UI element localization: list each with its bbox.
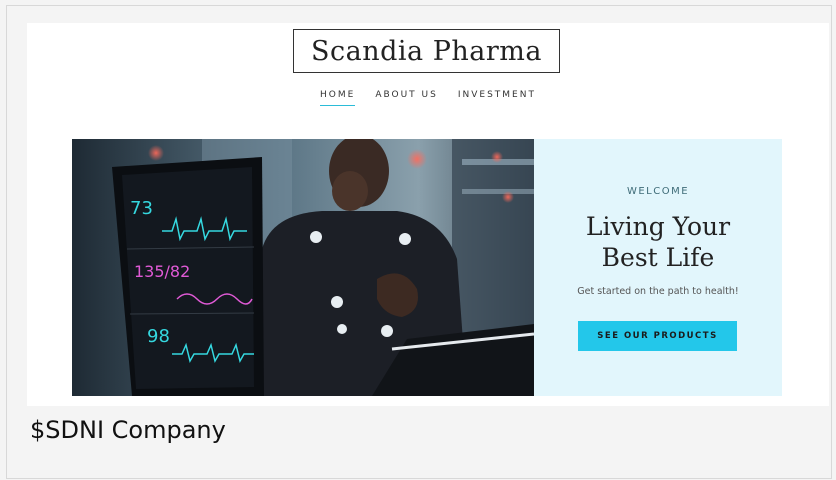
nav-item-investment[interactable]: INVESTMENT [458,90,536,106]
page-frame: Scandia Pharma HOME ABOUT US INVESTMENT [6,5,832,479]
monitor-heart-rate: 73 [130,198,153,219]
hero-welcome-panel: WELCOME Living Your Best Life Get starte… [534,139,782,396]
hero-headline: Living Your Best Life [534,211,782,273]
monitor-spo2: 98 [147,326,170,347]
see-our-products-button[interactable]: SEE OUR PRODUCTS [578,321,737,351]
website-screenshot: Scandia Pharma HOME ABOUT US INVESTMENT [27,23,829,406]
main-nav: HOME ABOUT US INVESTMENT [27,90,829,106]
nav-item-about-us[interactable]: ABOUT US [375,90,438,106]
hero-subtext: Get started on the path to health! [577,286,739,297]
nav-item-home[interactable]: HOME [320,90,356,106]
site-logo[interactable]: Scandia Pharma [293,29,560,73]
headline-line-2: Best Life [601,243,715,272]
hero-photo-illustration: 73 135/82 98 [72,139,534,396]
welcome-label: WELCOME [626,186,690,197]
headline-line-1: Living Your [585,212,731,241]
caption-text: $SDNI Company [30,416,226,444]
hero-image: 73 135/82 98 [72,139,534,396]
monitor-blood-pressure: 135/82 [134,262,190,281]
